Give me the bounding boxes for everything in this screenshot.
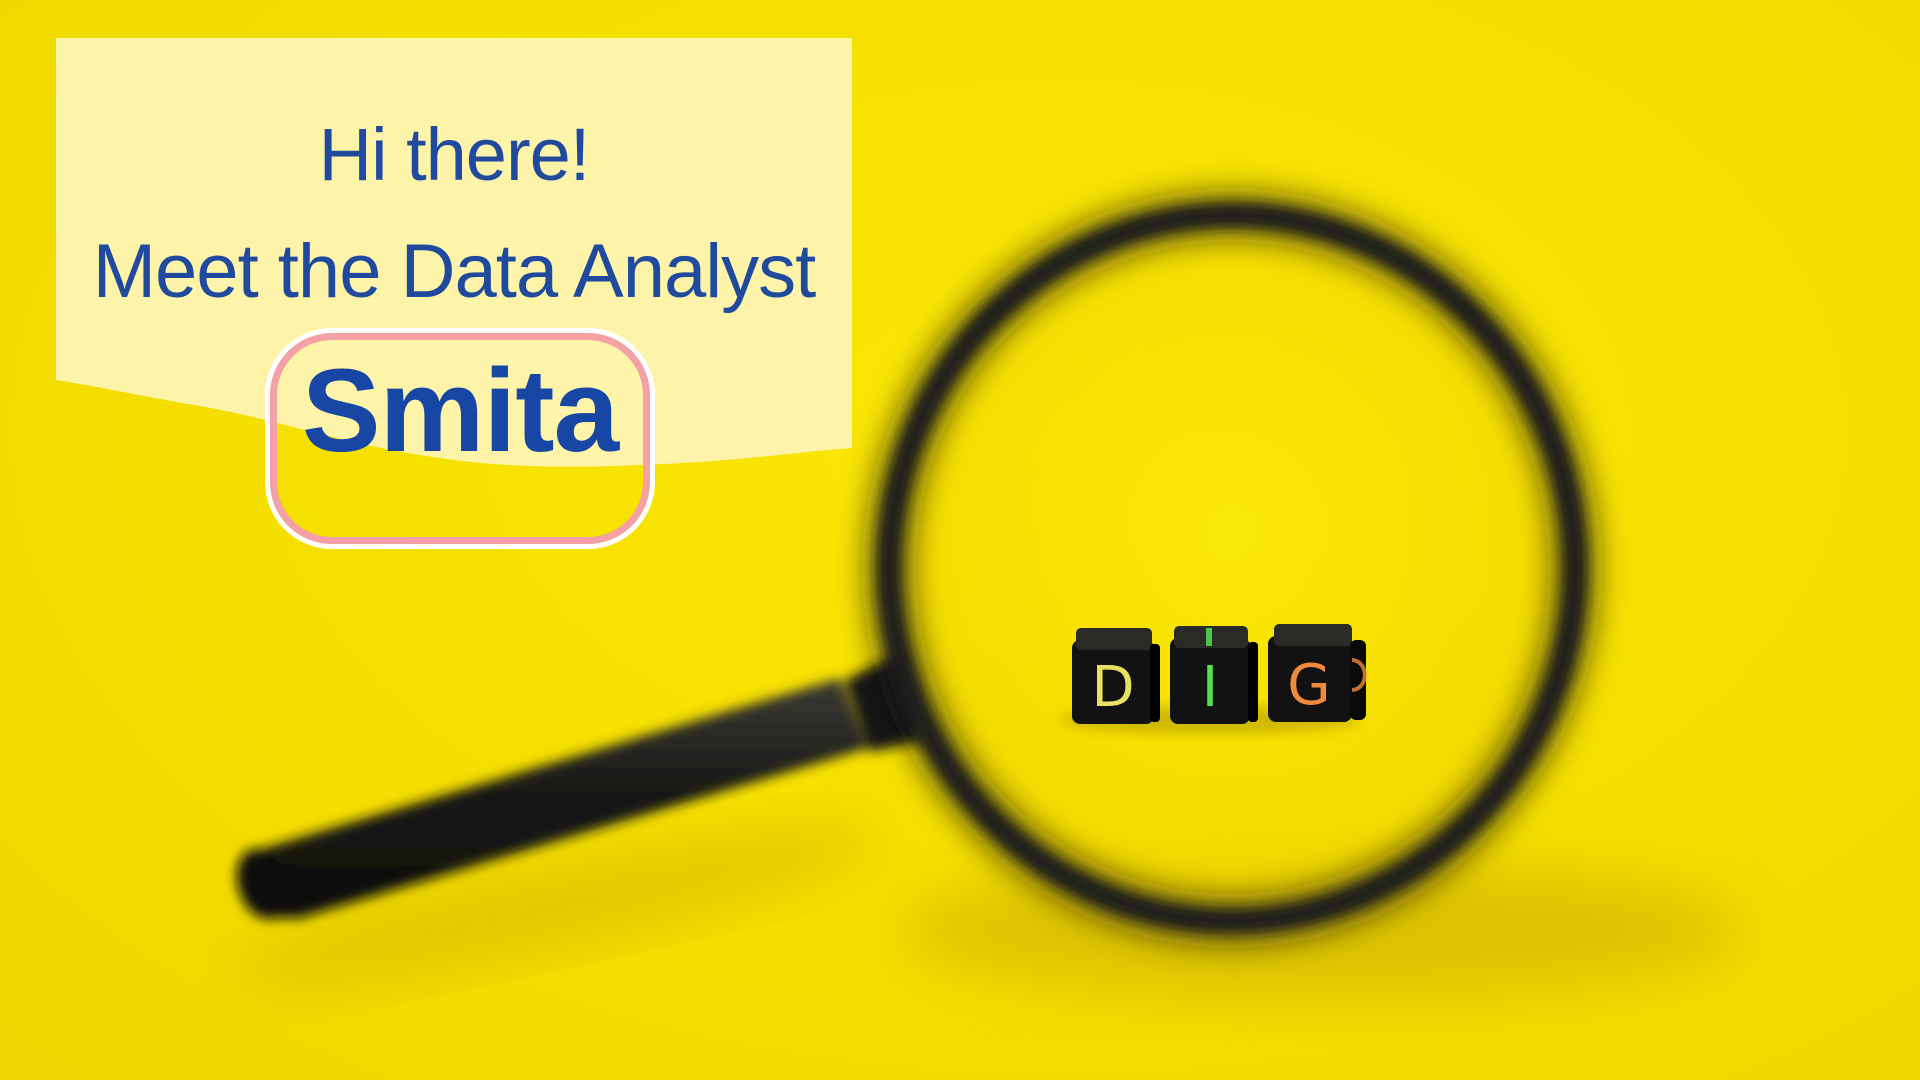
name-text: Smita xyxy=(301,345,619,477)
subtitle-text: Meet the Data Analyst xyxy=(92,229,817,314)
hero-image: D I G Hi there! Meet the Data Analyst Sm… xyxy=(0,0,1920,1080)
greeting-text: Hi there! xyxy=(318,113,591,196)
